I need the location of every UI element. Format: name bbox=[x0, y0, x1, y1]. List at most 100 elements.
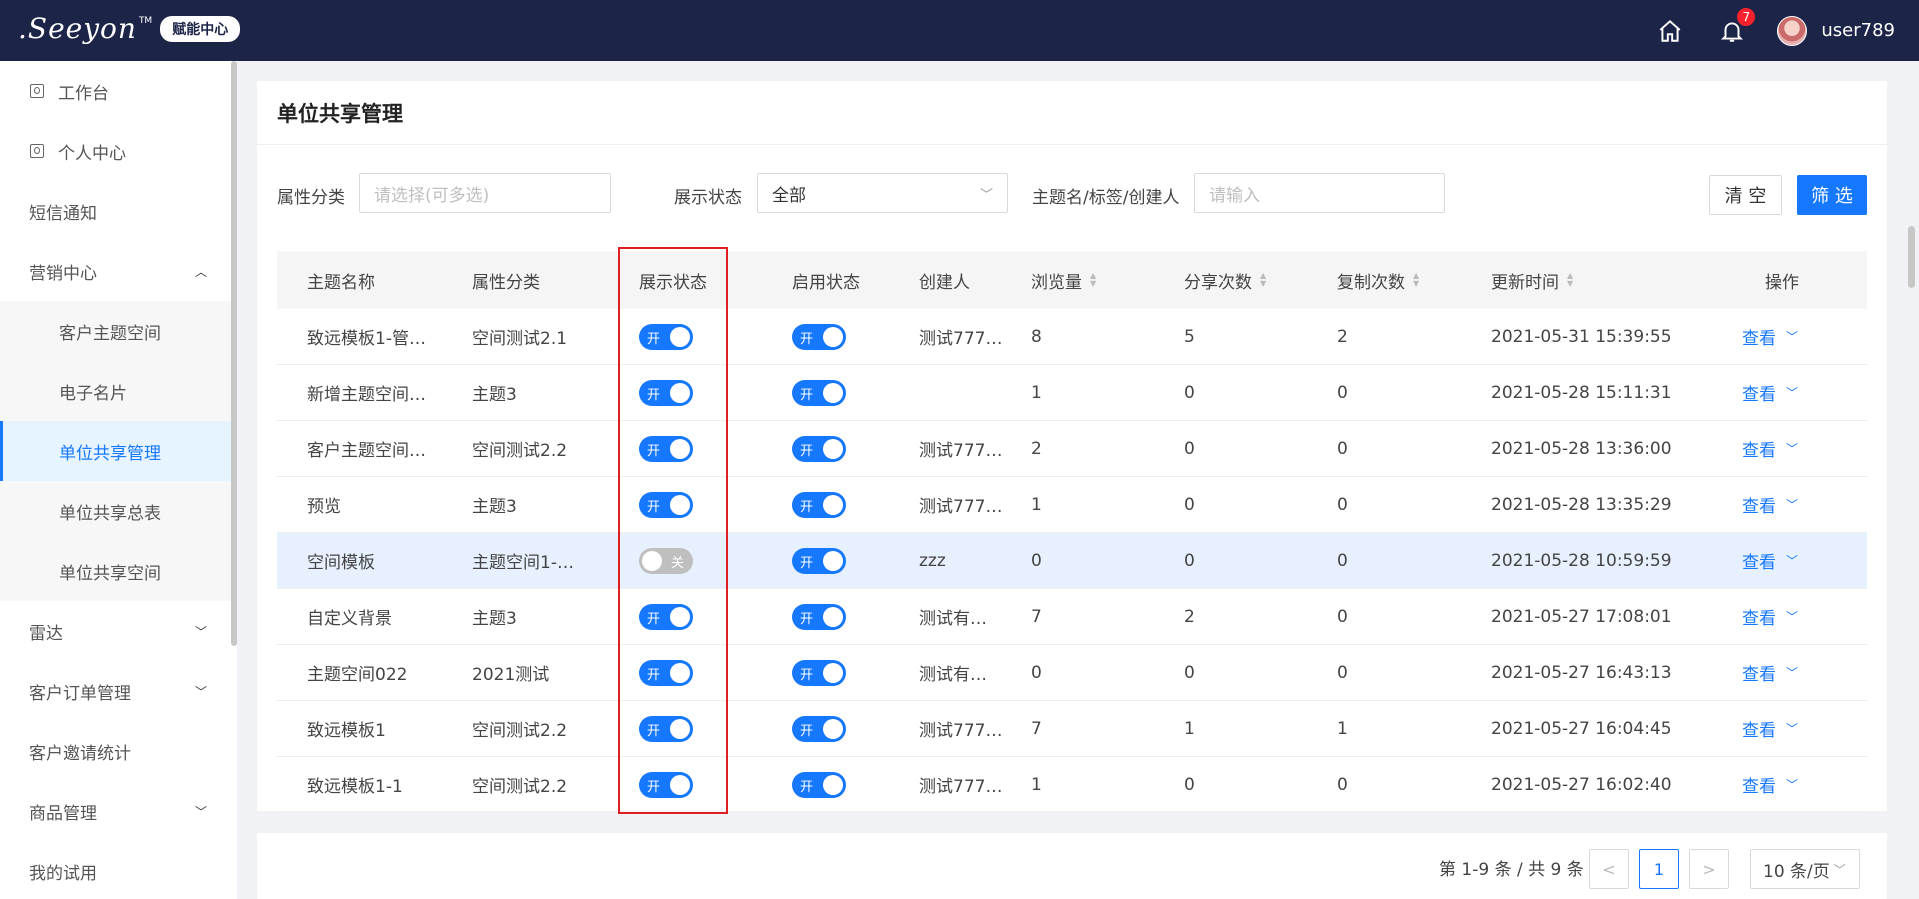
keyword-input-placeholder: 请输入 bbox=[1209, 185, 1260, 206]
sort-icon[interactable]: ▲ ▼ bbox=[1413, 272, 1419, 288]
enabled-toggle[interactable]: 开 bbox=[792, 715, 846, 742]
view-link[interactable]: 查看 bbox=[1742, 716, 1776, 741]
view-link[interactable]: 查看 bbox=[1742, 772, 1776, 797]
sidebar-item-orders[interactable]: 客户订单管理 ﹀ bbox=[0, 661, 237, 721]
col-enabled-status: 启用状态 bbox=[792, 272, 860, 293]
category-select[interactable]: 请选择(可多选) bbox=[359, 173, 611, 213]
chevron-down-icon[interactable]: ﹀ bbox=[1786, 328, 1798, 345]
sidebar: 工作台 个人中心 短信通知 营销中心 ︿ 客户主题空间 电子名片 单位共享管理 … bbox=[0, 61, 237, 899]
cell-creator: 测试有… bbox=[919, 665, 987, 685]
bell-icon[interactable]: 7 bbox=[1717, 5, 1758, 46]
chevron-down-icon: ﹀ bbox=[194, 684, 207, 699]
next-page-button[interactable]: > bbox=[1689, 849, 1729, 889]
sidebar-item-personal-center[interactable]: 个人中心 bbox=[0, 121, 237, 181]
page-size-select[interactable]: 10 条/页 ﹀ bbox=[1750, 849, 1860, 889]
col-updated[interactable]: 更新时间 ▲ ▼ bbox=[1491, 251, 1573, 309]
view-link[interactable]: 查看 bbox=[1742, 492, 1776, 517]
sort-icon[interactable]: ▲ ▼ bbox=[1260, 272, 1266, 288]
status-select[interactable]: 全部 ﹀ bbox=[757, 173, 1008, 213]
cell-shares: 0 bbox=[1184, 662, 1195, 683]
chevron-down-icon[interactable]: ﹀ bbox=[1786, 720, 1798, 737]
clear-button[interactable]: 清 空 bbox=[1709, 175, 1782, 215]
enabled-toggle[interactable]: 开 bbox=[792, 771, 846, 798]
username[interactable]: user789 bbox=[1821, 20, 1895, 41]
cell-creator: 测试777… bbox=[919, 721, 1003, 741]
table-header: 主题名称 属性分类 展示状态 启用状态 创建人 浏览量 ▲ ▼ 分享次数 ▲ ▼ 复… bbox=[277, 251, 1867, 309]
sidebar-item-customer-space[interactable]: 客户主题空间 bbox=[0, 301, 237, 361]
sidebar-scrollbar[interactable] bbox=[231, 61, 237, 646]
profile-icon bbox=[30, 84, 44, 98]
page-button-1[interactable]: 1 bbox=[1639, 849, 1679, 889]
home-icon[interactable] bbox=[1655, 16, 1685, 46]
cell-category: 主题空间1-… bbox=[472, 553, 574, 573]
sidebar-item-label: 客户订单管理 bbox=[29, 683, 131, 704]
cell-copies: 2 bbox=[1337, 326, 1348, 347]
chevron-down-icon[interactable]: ﹀ bbox=[1786, 664, 1798, 681]
chevron-down-icon[interactable]: ﹀ bbox=[1786, 552, 1798, 569]
chevron-down-icon[interactable]: ﹀ bbox=[1786, 440, 1798, 457]
col-shares[interactable]: 分享次数 ▲ ▼ bbox=[1184, 251, 1266, 309]
enabled-toggle[interactable]: 开 bbox=[792, 323, 846, 350]
cell-category: 空间测试2.2 bbox=[472, 777, 568, 797]
sidebar-item-invite-stats[interactable]: 客户邀请统计 bbox=[0, 721, 237, 781]
toggle-label: 开 bbox=[800, 779, 814, 795]
sort-icon[interactable]: ▲ ▼ bbox=[1090, 272, 1096, 288]
enabled-toggle[interactable]: 开 bbox=[792, 547, 846, 574]
filter-button[interactable]: 筛 选 bbox=[1797, 175, 1867, 215]
sidebar-item-sms[interactable]: 短信通知 bbox=[0, 181, 237, 241]
keyword-input[interactable]: 请输入 bbox=[1194, 173, 1445, 213]
col-copies[interactable]: 复制次数 ▲ ▼ bbox=[1337, 251, 1419, 309]
chevron-down-icon[interactable]: ﹀ bbox=[1786, 496, 1798, 513]
col-views-label: 浏览量 bbox=[1031, 272, 1082, 293]
cell-enabled-status: 开 bbox=[792, 365, 846, 420]
avatar[interactable] bbox=[1777, 15, 1808, 46]
cell-views: 2 bbox=[1031, 438, 1042, 459]
col-actions: 操作 bbox=[1765, 272, 1799, 293]
logo[interactable]: .Seeyon TM 赋能中心 bbox=[18, 12, 241, 45]
cell-shares: 2 bbox=[1184, 606, 1195, 627]
toggle-knob bbox=[823, 494, 843, 515]
sidebar-item-radar[interactable]: 雷达 ﹀ bbox=[0, 601, 237, 661]
cell-updated: 2021-05-27 16:02:40 bbox=[1491, 774, 1672, 795]
sidebar-item-business-card[interactable]: 电子名片 bbox=[0, 361, 237, 421]
enabled-toggle[interactable]: 开 bbox=[792, 435, 846, 462]
chevron-down-icon[interactable]: ﹀ bbox=[1786, 384, 1798, 401]
view-link[interactable]: 查看 bbox=[1742, 380, 1776, 405]
sort-icon[interactable]: ▲ ▼ bbox=[1567, 272, 1573, 288]
sidebar-item-marketing[interactable]: 营销中心 ︿ bbox=[0, 241, 237, 301]
enabled-toggle[interactable]: 开 bbox=[792, 379, 846, 406]
sidebar-item-unit-share-summary[interactable]: 单位共享总表 bbox=[0, 481, 237, 541]
enabled-toggle[interactable]: 开 bbox=[792, 603, 846, 630]
prev-page-button[interactable]: < bbox=[1589, 849, 1629, 889]
cell-views: 0 bbox=[1031, 662, 1042, 683]
enabled-toggle[interactable]: 开 bbox=[792, 491, 846, 518]
sidebar-item-workbench[interactable]: 工作台 bbox=[0, 61, 237, 121]
main-scrollbar[interactable] bbox=[1908, 226, 1915, 288]
sidebar-item-products[interactable]: 商品管理 ﹀ bbox=[0, 781, 237, 841]
sidebar-item-trial[interactable]: 我的试用 bbox=[0, 841, 237, 899]
view-link[interactable]: 查看 bbox=[1742, 548, 1776, 573]
cell-actions: 查看 ﹀ bbox=[1742, 701, 1798, 756]
view-link[interactable]: 查看 bbox=[1742, 436, 1776, 461]
col-shares-label: 分享次数 bbox=[1184, 272, 1252, 293]
cell-views: 7 bbox=[1031, 718, 1042, 739]
sidebar-item-unit-share-manage[interactable]: 单位共享管理 bbox=[0, 421, 237, 481]
view-link[interactable]: 查看 bbox=[1742, 604, 1776, 629]
chevron-down-icon: ﹀ bbox=[194, 624, 207, 639]
view-link[interactable]: 查看 bbox=[1742, 660, 1776, 685]
top-bar: .Seeyon TM 赋能中心 7 user789 bbox=[0, 0, 1919, 61]
col-views[interactable]: 浏览量 ▲ ▼ bbox=[1031, 251, 1096, 309]
cell-name: 致远模板1-管… bbox=[307, 329, 426, 349]
view-link[interactable]: 查看 bbox=[1742, 324, 1776, 349]
toggle-label: 开 bbox=[800, 611, 814, 627]
chevron-down-icon[interactable]: ﹀ bbox=[1786, 608, 1798, 625]
chevron-down-icon[interactable]: ﹀ bbox=[1786, 776, 1798, 793]
cell-shares: 5 bbox=[1184, 326, 1195, 347]
status-filter-label: 展示状态 bbox=[674, 188, 742, 208]
cell-name: 预览 bbox=[307, 497, 341, 517]
cell-enabled-status: 开 bbox=[792, 757, 846, 812]
enabled-toggle[interactable]: 开 bbox=[792, 659, 846, 686]
cell-updated: 2021-05-31 15:39:55 bbox=[1491, 326, 1672, 347]
cell-name: 主题空间022 bbox=[307, 665, 408, 685]
sidebar-item-unit-share-space[interactable]: 单位共享空间 bbox=[0, 541, 237, 601]
